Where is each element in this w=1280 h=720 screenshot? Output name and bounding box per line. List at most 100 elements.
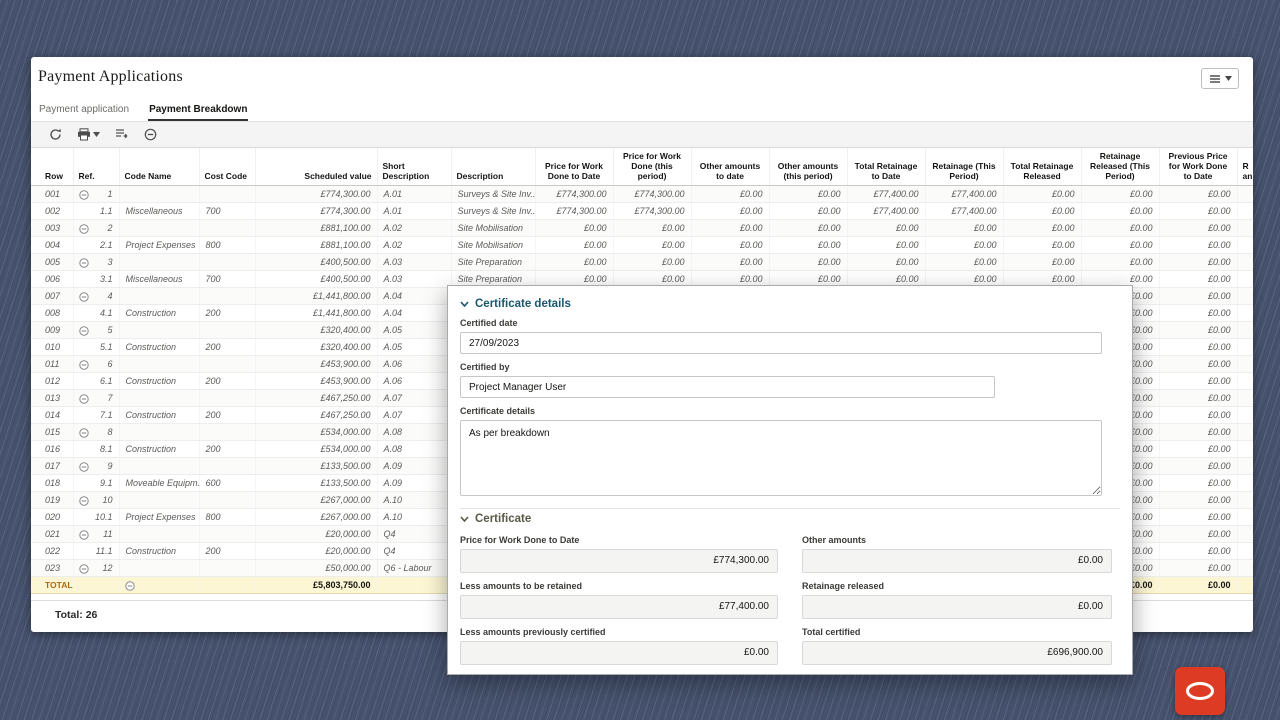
code-name-cell — [119, 576, 199, 593]
row-number: 004 — [31, 236, 73, 253]
window-menu-button[interactable] — [1201, 68, 1239, 89]
column-header[interactable]: Total Retainage to Date — [847, 148, 925, 185]
ref-cell: 10 — [73, 491, 119, 508]
collapse-row-icon[interactable] — [79, 257, 89, 267]
section-divider — [460, 508, 1120, 509]
column-header[interactable]: Price for Work Done (this period) — [613, 148, 691, 185]
collapse-row-icon[interactable] — [79, 427, 89, 437]
collapse-row-icon[interactable] — [79, 325, 89, 335]
scheduled-value-cell: £453,900.00 — [255, 355, 377, 372]
short-description-cell: A.03 — [377, 253, 451, 270]
cost-code-cell — [199, 576, 255, 593]
amount-cell: £0.00 — [1159, 423, 1237, 440]
certificate-details-textarea[interactable]: As per breakdown — [460, 420, 1102, 496]
collapse-row-icon[interactable] — [79, 563, 89, 573]
column-header[interactable]: Price for Work Done to Date — [535, 148, 613, 185]
collapse-row-icon[interactable] — [79, 359, 89, 369]
amount-cell: £0.00 — [691, 219, 769, 236]
column-header[interactable]: Retainage Released (This Period) — [1081, 148, 1159, 185]
amount-cell: £0.00 — [1237, 185, 1253, 202]
code-name-cell — [119, 457, 199, 474]
table-row[interactable]: 0053£400,500.00A.03Site Preparation£0.00… — [31, 253, 1253, 270]
amount-cell: £0.00 — [535, 236, 613, 253]
table-row[interactable]: 0032£881,100.00A.02Site Mobilisation£0.0… — [31, 219, 1253, 236]
amount-cell: £0.00 — [1159, 559, 1237, 576]
certificate-field: Other amounts £0.00 — [802, 527, 1112, 573]
column-header[interactable]: Total Retainage Released — [1003, 148, 1081, 185]
ref-cell: 12 — [73, 559, 119, 576]
amount-cell: £0.00 — [1237, 559, 1253, 576]
certified-by-input[interactable] — [460, 376, 995, 398]
amount-cell: £0.00 — [1237, 202, 1253, 219]
row-number: 005 — [31, 253, 73, 270]
collapse-row-icon[interactable] — [79, 291, 89, 301]
ref-cell: 7 — [73, 389, 119, 406]
amount-cell: £0.00 — [1159, 270, 1237, 287]
cost-code-cell — [199, 355, 255, 372]
total-collapse-icon[interactable] — [125, 580, 135, 590]
column-header[interactable]: Short Description — [377, 148, 451, 185]
collapse-row-icon[interactable] — [79, 223, 89, 233]
short-description-cell: A.07 — [377, 406, 451, 423]
short-description-cell: A.05 — [377, 338, 451, 355]
collapse-row-icon[interactable] — [79, 529, 89, 539]
certificate-details-section-header[interactable]: Certificate details — [460, 298, 1120, 310]
certificate-section-header[interactable]: Certificate — [460, 513, 1120, 525]
oracle-chat-badge[interactable] — [1175, 667, 1225, 715]
collapse-row-icon[interactable] — [79, 461, 89, 471]
short-description-cell: A.09 — [377, 457, 451, 474]
row-number: 022 — [31, 542, 73, 559]
code-name-cell: Construction — [119, 542, 199, 559]
amount-cell: £0.00 — [1081, 236, 1159, 253]
print-icon[interactable] — [77, 128, 100, 141]
field-label: Less amounts previously certified — [460, 627, 778, 637]
scheduled-value-cell: £267,000.00 — [255, 491, 377, 508]
column-header[interactable]: Ref. — [73, 148, 119, 185]
code-name-cell — [119, 253, 199, 270]
ref-cell: 3.1 — [73, 270, 119, 287]
table-row[interactable]: 0021.1Miscellaneous700£774,300.00A.01Sur… — [31, 202, 1253, 219]
code-name-cell — [119, 423, 199, 440]
hamburger-icon — [1209, 74, 1221, 84]
collapse-row-icon[interactable] — [79, 495, 89, 505]
column-header[interactable]: Code Name — [119, 148, 199, 185]
amount-cell: £0.00 — [1159, 185, 1237, 202]
short-description-cell: A.10 — [377, 508, 451, 525]
column-header[interactable]: Other amounts to date — [691, 148, 769, 185]
collapse-row-icon[interactable] — [79, 189, 89, 199]
scheduled-value-cell: £400,500.00 — [255, 253, 377, 270]
scheduled-value-cell: £320,400.00 — [255, 338, 377, 355]
collapse-row-icon[interactable] — [79, 393, 89, 403]
column-header[interactable]: Cost Code — [199, 148, 255, 185]
cost-code-cell — [199, 253, 255, 270]
refresh-icon[interactable] — [49, 128, 62, 141]
export-grid-icon[interactable] — [115, 128, 129, 141]
amount-cell: £0.00 — [769, 253, 847, 270]
amount-cell: £0.00 — [535, 219, 613, 236]
column-header[interactable]: Description — [451, 148, 535, 185]
column-header[interactable]: Previous Price for Work Done to Date — [1159, 148, 1237, 185]
column-header[interactable]: R an — [1237, 148, 1253, 185]
column-header[interactable]: Scheduled value — [255, 148, 377, 185]
row-number: 003 — [31, 219, 73, 236]
total-amount-cell: £0.00 — [1237, 576, 1253, 593]
amount-cell: £0.00 — [847, 253, 925, 270]
column-header[interactable]: Other amounts (this period) — [769, 148, 847, 185]
table-row[interactable]: 0011£774,300.00A.01Surveys & Site Inv...… — [31, 185, 1253, 202]
tab-payment-application[interactable]: Payment application — [38, 100, 130, 121]
tab-payment-breakdown[interactable]: Payment Breakdown — [148, 100, 248, 121]
grid-toolbar — [31, 122, 1253, 148]
scheduled-value-cell: £20,000.00 — [255, 542, 377, 559]
ref-cell: 10.1 — [73, 508, 119, 525]
table-row[interactable]: 0042.1Project Expenses800£881,100.00A.02… — [31, 236, 1253, 253]
cost-code-cell: 200 — [199, 406, 255, 423]
column-header[interactable]: Retainage (This Period) — [925, 148, 1003, 185]
row-number: 020 — [31, 508, 73, 525]
column-header[interactable]: Row — [31, 148, 73, 185]
scheduled-value-cell: £133,500.00 — [255, 474, 377, 491]
amount-cell: £0.00 — [1081, 185, 1159, 202]
collapse-all-icon[interactable] — [144, 128, 157, 141]
certificate-details-label: Certificate details — [460, 406, 1120, 416]
amount-cell: £0.00 — [1081, 202, 1159, 219]
certified-date-input[interactable] — [460, 332, 1102, 354]
